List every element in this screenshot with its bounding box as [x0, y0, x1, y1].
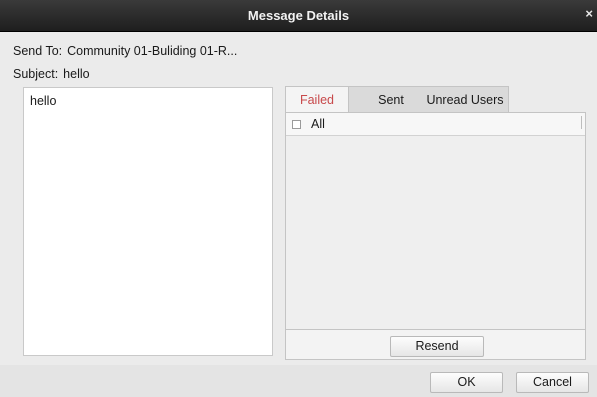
message-body-box: hello: [23, 87, 273, 356]
tab-failed[interactable]: Failed: [286, 87, 349, 114]
cancel-button[interactable]: Cancel: [516, 372, 589, 393]
recipient-list: All: [285, 112, 586, 330]
tab-unread-users[interactable]: Unread Users: [422, 87, 508, 113]
subject-value: hello: [63, 67, 90, 81]
title-bar: Message Details ×: [0, 0, 597, 32]
recipient-status-panel: Failed Sent Unread Users All Resend: [285, 86, 586, 360]
column-divider: [581, 116, 582, 129]
message-body-text: hello: [30, 94, 57, 108]
ok-button[interactable]: OK: [430, 372, 503, 393]
list-footer: Resend: [285, 330, 586, 360]
select-all-label: All: [311, 117, 325, 131]
send-to-row: Send To: Community 01-Buliding 01-R...: [13, 44, 237, 58]
subject-label: Subject:: [13, 67, 59, 81]
subject-row: Subject: hello: [13, 67, 90, 81]
dialog-button-bar: OK Cancel: [0, 365, 597, 397]
select-all-checkbox[interactable]: [292, 120, 301, 129]
tab-strip: Failed Sent Unread Users: [285, 86, 509, 114]
tab-sent[interactable]: Sent: [360, 87, 422, 113]
resend-button[interactable]: Resend: [390, 336, 484, 357]
window-title: Message Details: [247, 8, 350, 23]
send-to-value: Community 01-Buliding 01-R...: [67, 44, 238, 58]
list-header: All: [286, 113, 585, 136]
close-icon[interactable]: ×: [585, 6, 593, 21]
send-to-label: Send To:: [13, 44, 63, 58]
